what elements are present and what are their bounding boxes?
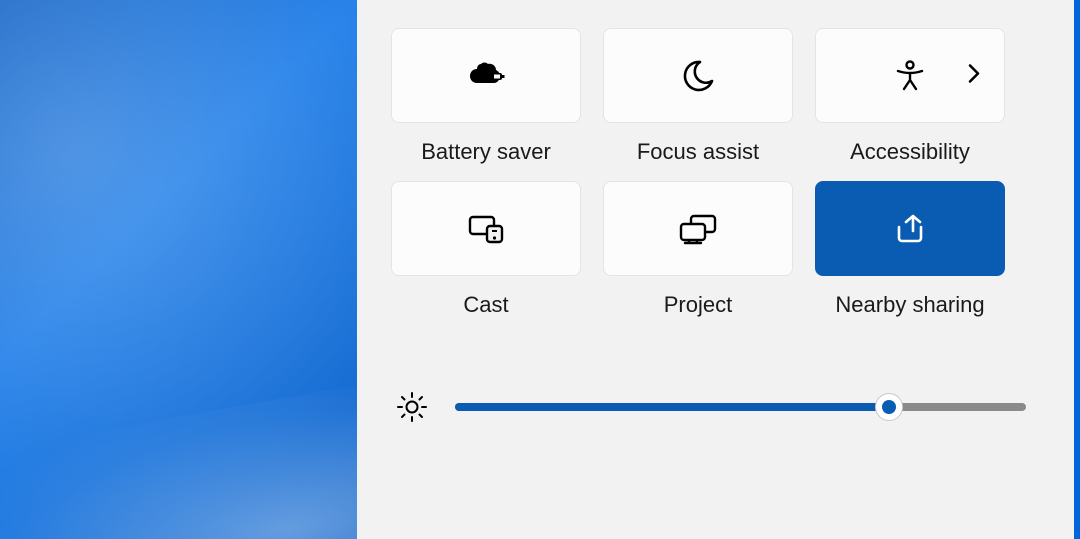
project-label: Project [664, 292, 732, 318]
battery-saver-label: Battery saver [421, 139, 551, 165]
focus-assist-tile[interactable] [603, 28, 793, 123]
cast-icon [465, 212, 507, 246]
brightness-icon [395, 390, 429, 424]
focus-assist-label: Focus assist [637, 139, 759, 165]
desktop-background [0, 0, 357, 539]
accessibility-tile[interactable] [815, 28, 1005, 123]
accessibility-label: Accessibility [850, 139, 970, 165]
brightness-slider-row [391, 390, 1046, 424]
quick-settings-tiles: Battery saver Focus assist [391, 28, 1046, 318]
moon-icon [681, 59, 715, 93]
project-tile[interactable] [603, 181, 793, 276]
battery-saver-tile[interactable] [391, 28, 581, 123]
cast-label: Cast [463, 292, 508, 318]
project-icon [677, 212, 719, 246]
cast-tile[interactable] [391, 181, 581, 276]
quick-settings-panel: Battery saver Focus assist [357, 0, 1080, 539]
nearby-sharing-label: Nearby sharing [835, 292, 984, 318]
nearby-sharing-tile[interactable] [815, 181, 1005, 276]
brightness-slider[interactable] [455, 403, 1026, 411]
chevron-right-icon [966, 61, 982, 90]
battery-saver-icon [466, 60, 506, 92]
brightness-slider-thumb[interactable] [875, 393, 903, 421]
accessibility-icon [893, 59, 927, 93]
share-icon [893, 213, 927, 245]
